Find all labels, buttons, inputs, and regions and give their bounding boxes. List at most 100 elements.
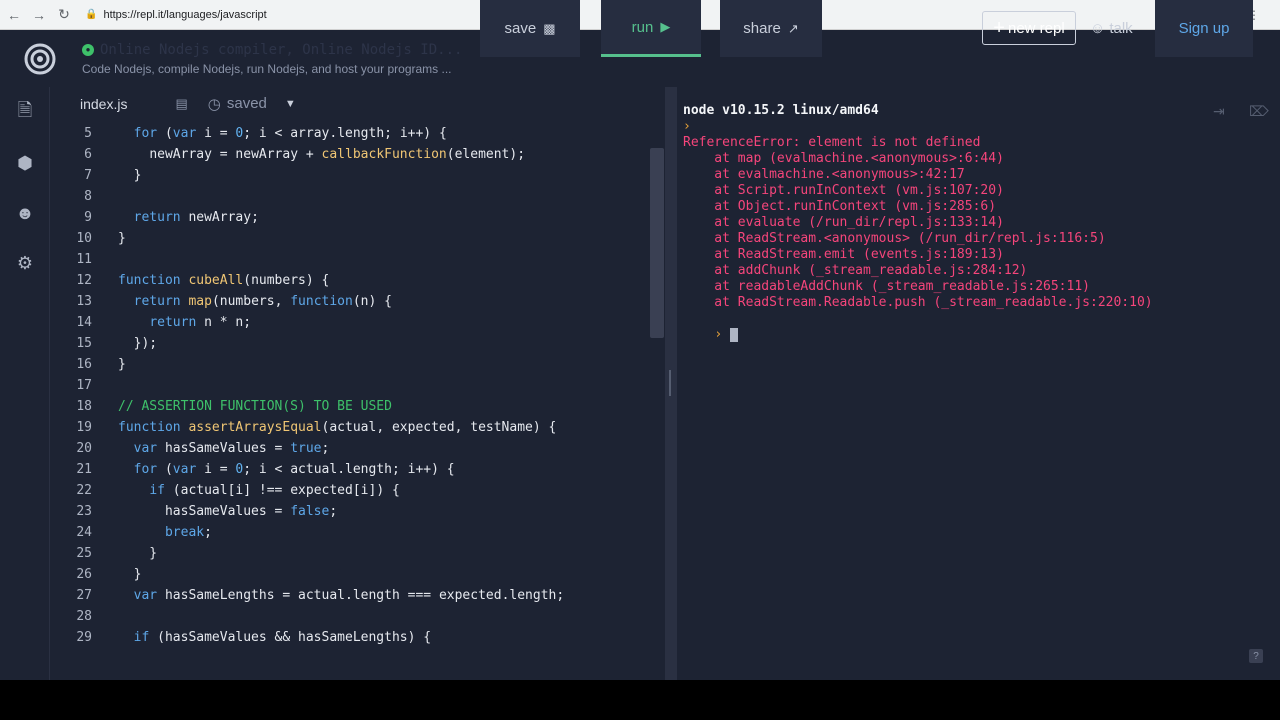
code-line[interactable]: 18 // ASSERTION FUNCTION(S) TO BE USED	[50, 396, 665, 417]
repl-title[interactable]: Online Nodejs compiler, Online Nodejs ID…	[100, 42, 462, 58]
code-text[interactable]: for (var i = 0; i < array.length; i++) {	[118, 123, 447, 144]
resize-handle[interactable]	[669, 370, 671, 396]
code-text[interactable]: var hasSameValues = true;	[118, 438, 330, 459]
chevron-down-icon[interactable]: ▼	[285, 98, 296, 110]
code-line[interactable]: 25 }	[50, 543, 665, 564]
code-line[interactable]: 14 return n * n;	[50, 312, 665, 333]
history-icon[interactable]: ◷	[208, 95, 221, 113]
line-number: 16	[76, 357, 92, 372]
code-text[interactable]: }	[118, 354, 126, 375]
code-line[interactable]: 12 function cubeAll(numbers) {	[50, 270, 665, 291]
people-icon: ☺	[1090, 20, 1106, 37]
code-line[interactable]: 19 function assertArraysEqual(actual, exp…	[50, 417, 665, 438]
code-text[interactable]: hasSameValues = false;	[118, 501, 337, 522]
back-icon[interactable]: ←	[3, 4, 25, 26]
code-line[interactable]: 8	[50, 186, 665, 207]
line-number: 26	[76, 567, 92, 582]
code-line[interactable]: 21 for (var i = 0; i < actual.length; i+…	[50, 459, 665, 480]
code-line[interactable]: 5 for (var i = 0; i < array.length; i++)…	[50, 123, 665, 144]
code-line[interactable]: 20 var hasSameValues = true;	[50, 438, 665, 459]
line-number: 23	[76, 504, 92, 519]
code-line[interactable]: 7 }	[50, 165, 665, 186]
run-button[interactable]: run ▶	[601, 0, 701, 57]
repl-description[interactable]: Code Nodejs, compile Nodejs, run Nodejs,…	[82, 62, 480, 76]
code-text[interactable]: return n * n;	[118, 312, 251, 333]
packages-icon[interactable]: ⬢	[13, 151, 37, 175]
text-cursor	[729, 327, 738, 342]
code-text[interactable]: }	[118, 165, 142, 186]
line-number: 12	[76, 273, 92, 288]
file-tab-index-js[interactable]: index.js	[80, 96, 127, 112]
pane-divider[interactable]	[665, 87, 677, 680]
code-line[interactable]: 29 if (hasSameValues && hasSameLengths) …	[50, 627, 665, 648]
code-text[interactable]: // ASSERTION FUNCTION(S) TO BE USED	[118, 396, 392, 417]
code-line[interactable]: 24 break;	[50, 522, 665, 543]
share-label: share	[743, 20, 781, 37]
code-text[interactable]: var hasSameLengths = actual.length === e…	[118, 585, 565, 606]
multiplayer-icon[interactable]: ☻	[13, 201, 37, 225]
console-input-prompt: ›	[714, 327, 723, 342]
stack-trace-line: at ReadStream.<anonymous> (/run_dir/repl…	[683, 231, 1106, 246]
code-text[interactable]: function assertArraysEqual(actual, expec…	[118, 417, 556, 438]
save-status: ◷ saved	[208, 95, 267, 113]
code-line[interactable]: 9 return newArray;	[50, 207, 665, 228]
code-line[interactable]: 27 var hasSameLengths = actual.length ==…	[50, 585, 665, 606]
new-repl-label: new repl	[1007, 19, 1065, 37]
replit-logo-icon[interactable]	[0, 30, 80, 87]
code-line[interactable]: 13 return map(numbers, function(n) {	[50, 291, 665, 312]
expand-console-icon[interactable]: ⇥	[1213, 103, 1225, 120]
help-button[interactable]: ?	[1249, 649, 1263, 663]
code-text[interactable]: for (var i = 0; i < actual.length; i++) …	[118, 459, 455, 480]
sign-up-button[interactable]: Sign up	[1155, 0, 1253, 57]
code-line[interactable]: 17	[50, 375, 665, 396]
share-button[interactable]: share ↗	[720, 0, 822, 57]
console-pane[interactable]: node v10.15.2 linux/amd64 › ⇥ ⌦ › Refere…	[677, 87, 1280, 680]
forward-icon[interactable]: →	[28, 4, 50, 26]
stack-trace-line: at ReadStream.emit (events.js:189:13)	[683, 247, 1004, 262]
editor-tab-bar: index.js ▤ ◷ saved ▼	[50, 87, 665, 120]
code-line[interactable]: 16}	[50, 354, 665, 375]
reload-icon[interactable]: ↻	[53, 4, 75, 26]
code-text[interactable]: return map(numbers, function(n) {	[118, 291, 392, 312]
stack-trace-line: at map (evalmachine.<anonymous>:6:44)	[683, 151, 1004, 166]
code-line[interactable]: 22 if (actual[i] !== expected[i]) {	[50, 480, 665, 501]
line-number: 7	[84, 168, 92, 183]
code-line[interactable]: 6 newArray = newArray + callbackFunction…	[50, 144, 665, 165]
error-message: ReferenceError: element is not defined	[683, 135, 981, 150]
code-line[interactable]: 10}	[50, 228, 665, 249]
code-text[interactable]: newArray = newArray + callbackFunction(e…	[118, 144, 525, 165]
code-line[interactable]: 28	[50, 606, 665, 627]
line-number: 6	[84, 147, 92, 162]
talk-button[interactable]: ☺ talk	[1090, 0, 1133, 57]
code-text[interactable]: }	[118, 564, 142, 585]
code-text[interactable]: }	[118, 543, 157, 564]
code-text[interactable]: if (hasSameValues && hasSameLengths) {	[118, 627, 431, 648]
clear-console-icon[interactable]: ⌦	[1249, 103, 1269, 120]
console-input-line[interactable]: ›	[683, 311, 738, 359]
share-icon: ↗	[787, 20, 799, 36]
format-icon[interactable]: ▤	[175, 96, 187, 112]
code-text[interactable]: break;	[118, 522, 212, 543]
code-text[interactable]: function cubeAll(numbers) {	[118, 270, 329, 291]
line-number: 20	[76, 441, 92, 456]
code-line[interactable]: 23 hasSameValues = false;	[50, 501, 665, 522]
code-text[interactable]: if (actual[i] !== expected[i]) {	[118, 480, 400, 501]
line-number: 22	[76, 483, 92, 498]
code-text[interactable]: }	[118, 228, 126, 249]
stack-trace-line: at readableAddChunk (_stream_readable.js…	[683, 279, 1090, 294]
line-number: 24	[76, 525, 92, 540]
settings-gear-icon[interactable]: ⚙	[13, 251, 37, 275]
save-button[interactable]: save ▩	[480, 0, 580, 57]
code-line[interactable]: 26 }	[50, 564, 665, 585]
new-repl-button[interactable]: + new repl	[982, 11, 1076, 45]
console-header: node v10.15.2 linux/amd64	[683, 103, 879, 118]
line-number: 27	[76, 588, 92, 603]
code-text[interactable]: return newArray;	[118, 207, 259, 228]
files-icon[interactable]: 🗎	[13, 100, 37, 125]
editor-scrollbar[interactable]	[650, 148, 664, 338]
code-text[interactable]: });	[118, 333, 158, 354]
code-line[interactable]: 15 });	[50, 333, 665, 354]
code-editor[interactable]: 5 for (var i = 0; i < array.length; i++)…	[50, 120, 665, 680]
code-line[interactable]: 11	[50, 249, 665, 270]
url-text[interactable]: https://repl.it/languages/javascript	[103, 9, 266, 21]
